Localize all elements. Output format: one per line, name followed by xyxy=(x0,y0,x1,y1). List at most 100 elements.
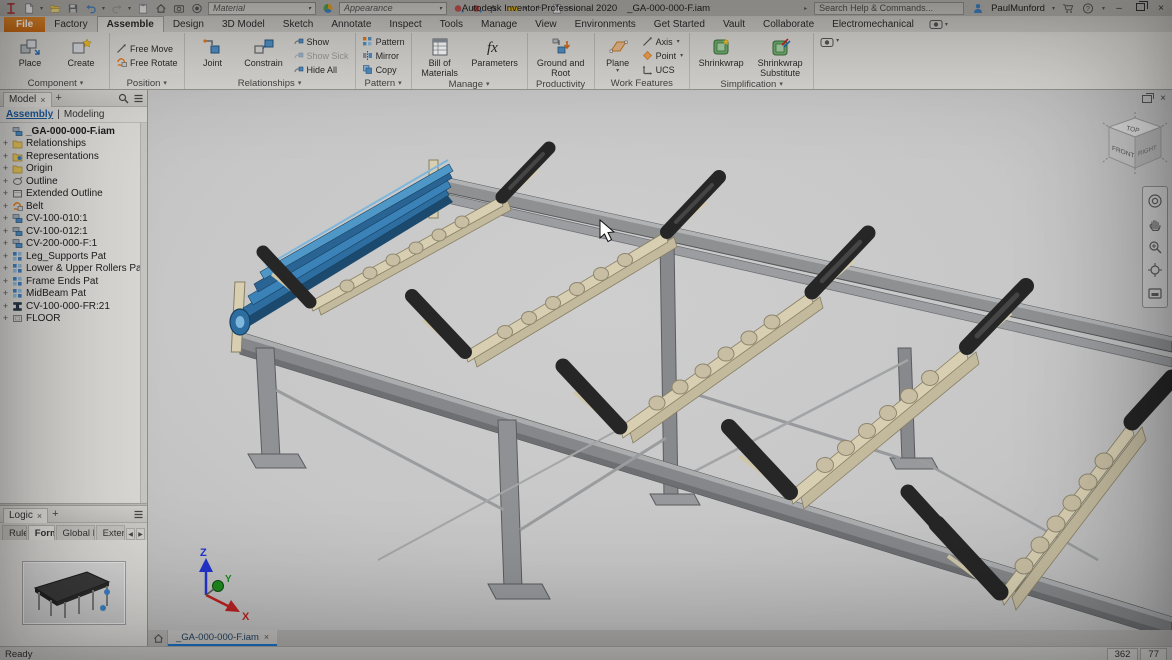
document-tab-close-icon[interactable]: × xyxy=(264,632,269,642)
tabs-scroll-right-icon[interactable]: ▶ xyxy=(136,528,145,540)
tab-3d-model[interactable]: 3D Model xyxy=(213,17,274,32)
tree-item-root-assembly[interactable]: _GA-000-000-F.iam xyxy=(2,125,147,138)
productivity-group-label[interactable]: Productivity xyxy=(530,79,592,90)
create-button[interactable]: Create xyxy=(56,34,106,77)
tree-item-frame-ends-pat[interactable]: + Frame Ends Pat xyxy=(2,275,147,288)
tab-view[interactable]: View xyxy=(526,17,566,32)
axis-button[interactable]: Axis ▾ xyxy=(639,35,687,48)
tab-rules[interactable]: Rules xyxy=(2,525,27,540)
free-move-button[interactable]: Free Move xyxy=(113,42,181,55)
document-tab-active[interactable]: _GA-000-000-F.iam × xyxy=(168,630,278,646)
tab-external[interactable]: External xyxy=(95,525,125,540)
expand-icon[interactable]: + xyxy=(2,239,9,248)
shrinkwrap-button[interactable]: Shrinkwrap xyxy=(693,34,749,79)
expand-icon[interactable]: + xyxy=(2,301,9,311)
new-file-icon[interactable] xyxy=(22,2,35,14)
logic-add-tab-button[interactable]: + xyxy=(52,508,58,520)
position-group-label[interactable]: Position xyxy=(112,77,182,89)
save-icon[interactable] xyxy=(66,2,79,14)
document-restore-icon[interactable] xyxy=(1142,92,1155,103)
tree-item-relationships[interactable]: + Relationships xyxy=(2,138,147,151)
view-reference-icon[interactable] xyxy=(136,2,149,14)
tree-item-origin[interactable]: + Origin xyxy=(2,163,147,176)
expand-icon[interactable]: + xyxy=(2,151,9,161)
sketch-visibility-icon[interactable] xyxy=(190,2,203,14)
capture-icon[interactable] xyxy=(172,2,185,14)
tree-item-cv-200-000-f[interactable]: + CV-200-000-F:1 xyxy=(2,238,147,251)
tree-item-leg-supports-pat[interactable]: + Leg_Supports Pat xyxy=(2,250,147,263)
tab-global-forms[interactable]: Global Forms xyxy=(55,525,95,540)
orbit-icon[interactable] xyxy=(1147,262,1163,278)
material-select[interactable]: Material ▾ xyxy=(208,1,317,15)
tabs-scroll-left-icon[interactable]: ◀ xyxy=(126,528,135,540)
help-icon[interactable] xyxy=(1082,2,1095,14)
search-expand-icon[interactable]: ▸ xyxy=(804,5,807,12)
browser-add-tab-button[interactable]: + xyxy=(56,92,62,104)
tab-vault[interactable]: Vault xyxy=(714,17,754,32)
tab-forms[interactable]: Forms xyxy=(27,525,55,540)
look-at-icon[interactable] xyxy=(1147,285,1163,301)
tree-item-cv-100-000-fr[interactable]: + CV-100-000-FR:21 xyxy=(2,300,147,313)
expand-icon[interactable]: + xyxy=(2,214,9,223)
user-menu-arrow-icon[interactable]: ▾ xyxy=(1052,5,1055,12)
restore-button[interactable] xyxy=(1133,0,1148,14)
hide-all-button[interactable]: Hide All xyxy=(290,63,352,76)
mirror-button[interactable]: Mirror xyxy=(359,49,408,62)
component-group-label[interactable]: Component xyxy=(4,77,107,89)
ucs-button[interactable]: UCS xyxy=(639,63,687,76)
tab-file[interactable]: File xyxy=(4,17,46,32)
tab-assemble[interactable]: Assemble xyxy=(96,16,164,32)
close-button[interactable]: × xyxy=(1154,3,1168,14)
tree-item-representations[interactable]: + Representations xyxy=(2,150,147,163)
expand-icon[interactable]: + xyxy=(2,289,9,298)
full-navigation-wheel-icon[interactable] xyxy=(1147,193,1163,209)
expand-icon[interactable]: + xyxy=(2,314,9,323)
expand-icon[interactable]: + xyxy=(2,264,9,273)
expand-icon[interactable]: + xyxy=(2,189,9,198)
plane-button[interactable]: Plane ▾ xyxy=(598,34,638,77)
browser-tab-close-icon[interactable]: × xyxy=(40,95,45,105)
undo-icon[interactable] xyxy=(84,2,97,14)
tab-design[interactable]: Design xyxy=(164,17,213,32)
conveyor-assembly-model[interactable]: Z Y X TOP FRONT RIGHT xyxy=(148,90,1172,630)
tab-tools[interactable]: Tools xyxy=(431,17,472,32)
expand-icon[interactable]: + xyxy=(2,251,9,261)
copy-button[interactable]: Copy xyxy=(359,63,408,76)
tab-overflow-control[interactable]: ▾ xyxy=(929,19,948,32)
logic-tab[interactable]: Logic × xyxy=(3,507,49,523)
document-close-icon[interactable]: × xyxy=(1160,93,1166,104)
tab-manage[interactable]: Manage xyxy=(472,17,526,32)
tree-item-lower-upper-rollers-pat[interactable]: + Lower & Upper Rollers Pat xyxy=(2,263,147,276)
expand-icon[interactable]: + xyxy=(2,164,9,173)
home-tab-button[interactable] xyxy=(150,630,168,646)
expand-icon[interactable]: + xyxy=(2,176,9,186)
simplification-group-label[interactable]: Simplification xyxy=(692,79,811,90)
ground-and-root-button[interactable]: Ground and Root xyxy=(531,34,591,79)
browser-view-assembly[interactable]: Assembly xyxy=(6,109,53,120)
tab-sketch[interactable]: Sketch xyxy=(274,17,323,32)
logic-tab-close-icon[interactable]: × xyxy=(37,511,42,521)
open-file-icon[interactable] xyxy=(48,2,61,14)
tree-item-floor[interactable]: + FLOOR xyxy=(2,313,147,326)
appearance-select[interactable]: Appearance ▾ xyxy=(339,1,448,15)
expand-icon[interactable]: + xyxy=(2,226,9,236)
view-cube[interactable]: TOP FRONT RIGHT xyxy=(1102,112,1168,174)
tree-scrollbar[interactable] xyxy=(140,123,147,503)
parameters-button[interactable]: Parameters xyxy=(466,34,524,79)
tree-item-outline[interactable]: + Outline xyxy=(2,175,147,188)
home-view-icon[interactable] xyxy=(154,2,167,14)
manage-group-label[interactable]: Manage xyxy=(414,79,525,90)
tab-annotate[interactable]: Annotate xyxy=(322,17,380,32)
constrain-button[interactable]: Constrain xyxy=(239,34,289,77)
minimize-button[interactable]: – xyxy=(1112,3,1126,14)
free-rotate-button[interactable]: Free Rotate xyxy=(113,56,181,69)
shrinkwrap-substitute-button[interactable]: Shrinkwrap Substitute xyxy=(750,34,810,79)
pattern-button[interactable]: Pattern xyxy=(359,35,408,48)
show-button[interactable]: Show xyxy=(290,35,352,48)
tab-electromechanical[interactable]: Electromechanical xyxy=(823,17,923,32)
pan-icon[interactable] xyxy=(1147,216,1163,232)
tree-item-belt[interactable]: + Belt xyxy=(2,200,147,213)
tree-item-midbeam-pat[interactable]: + MidBeam Pat xyxy=(2,288,147,301)
browser-view-modeling[interactable]: Modeling xyxy=(64,109,105,120)
expand-icon[interactable]: + xyxy=(2,201,9,211)
